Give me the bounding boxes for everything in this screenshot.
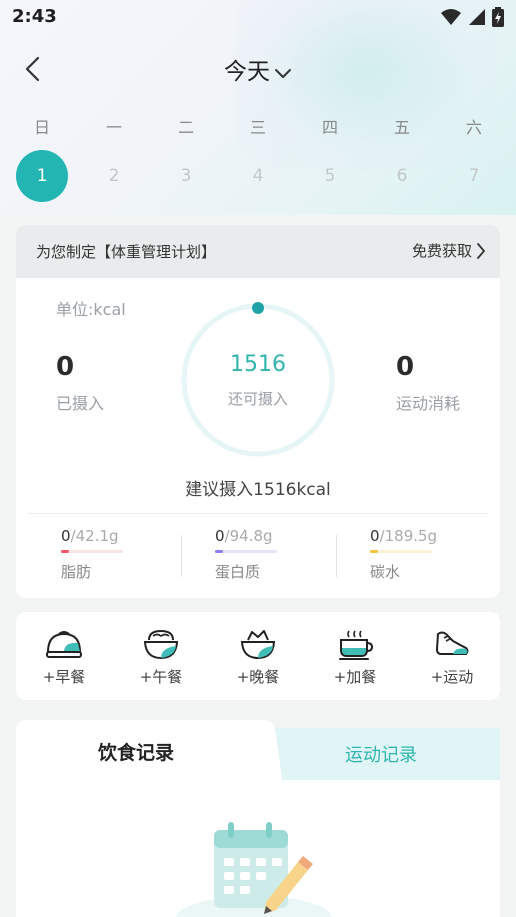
divider xyxy=(28,513,488,514)
add-snack-button[interactable]: +加餐 xyxy=(315,628,395,687)
macro-progress-bar xyxy=(215,550,277,553)
navigation-bar: 今天 xyxy=(0,44,516,94)
snack-cup-icon xyxy=(339,630,374,660)
meal-label: +午餐 xyxy=(139,668,183,686)
wifi-icon xyxy=(441,9,461,25)
day-item[interactable]: 4 xyxy=(232,150,284,202)
sneaker-icon xyxy=(436,631,469,655)
macro-progress-fill xyxy=(370,550,378,553)
remaining-label: 还可摄入 xyxy=(227,390,288,408)
day-item[interactable]: 5 xyxy=(304,150,356,202)
macro-target: /189.5g xyxy=(379,527,438,545)
day-item[interactable]: 3 xyxy=(160,150,212,202)
add-breakfast-button[interactable]: +早餐 xyxy=(24,628,104,687)
intake-value: 0 xyxy=(56,352,75,382)
empty-calendar-illustration xyxy=(176,822,332,917)
macro-value: 0/189.5g xyxy=(370,527,490,545)
macro-value: 0/42.1g xyxy=(61,527,181,545)
meal-label: +运动 xyxy=(430,668,474,686)
meal-label: +早餐 xyxy=(42,668,86,686)
macro-label: 碳水 xyxy=(370,563,401,581)
day-selector: 1 2 3 4 5 6 7 xyxy=(0,150,516,202)
tab-exercise-label[interactable]: 运动记录 xyxy=(276,741,486,767)
meal-shortcuts-card: +早餐 +午餐 +晚餐 +加餐 +运动 xyxy=(16,612,500,700)
macro-label: 蛋白质 xyxy=(215,563,261,581)
macro-progress-fill xyxy=(61,550,69,553)
add-lunch-button[interactable]: +午餐 xyxy=(121,628,201,687)
macro-current: 0 xyxy=(61,527,71,545)
macro-current: 0 xyxy=(215,527,225,545)
status-icons xyxy=(440,7,504,27)
macro-separator xyxy=(336,535,337,577)
plan-banner[interactable]: 为您制定【体重管理计划】 免费获取 xyxy=(16,225,500,278)
meal-label: +晚餐 xyxy=(236,668,280,686)
intake-stat: 0 已摄入 xyxy=(56,352,104,414)
plan-banner-text: 为您制定【体重管理计划】 xyxy=(36,243,217,261)
day-item[interactable]: 6 xyxy=(376,150,428,202)
day-item[interactable]: 2 xyxy=(88,150,140,202)
macro-progress-bar xyxy=(370,550,432,553)
burn-label: 运动消耗 xyxy=(396,394,461,413)
weekday-header: 日 一 二 三 四 五 六 xyxy=(0,114,516,137)
macro-target: /94.8g xyxy=(224,527,273,545)
burn-stat: 0 运动消耗 xyxy=(396,352,460,414)
day-item[interactable]: 7 xyxy=(448,150,500,202)
day-item-selected[interactable]: 1 xyxy=(16,150,68,202)
calorie-summary-card: 为您制定【体重管理计划】 免费获取 单位:kcal 0 已摄入 1516 还可摄… xyxy=(16,225,500,598)
calorie-ring xyxy=(181,302,335,457)
date-selector[interactable]: 今天 xyxy=(0,52,516,86)
dinner-bowl-icon xyxy=(240,630,276,660)
macro-separator xyxy=(181,535,182,577)
suggested-intake: 建议摄入1516kcal xyxy=(185,480,331,500)
chevron-down-icon xyxy=(275,68,291,78)
macro-progress-bar xyxy=(61,550,123,553)
weekday-label: 六 xyxy=(465,118,482,137)
weekday-label: 五 xyxy=(393,118,410,137)
macro-progress-fill xyxy=(215,550,223,553)
weekday-label: 日 xyxy=(33,118,50,137)
remaining-value: 1516 xyxy=(230,352,286,377)
get-plan-link[interactable]: 免费获取 xyxy=(412,240,486,261)
add-exercise-button[interactable]: +运动 xyxy=(412,628,492,687)
status-time: 2:43 xyxy=(12,6,57,27)
unit-label: 单位:kcal xyxy=(56,300,126,319)
macro-carbs: 0/189.5g 碳水 xyxy=(370,527,490,582)
macro-current: 0 xyxy=(370,527,380,545)
macro-fat: 0/42.1g 脂肪 xyxy=(61,527,181,582)
tab-diet-label: 饮食记录 xyxy=(97,742,174,764)
chevron-right-icon xyxy=(477,242,485,259)
macro-protein: 0/94.8g 蛋白质 xyxy=(215,527,335,582)
battery-icon xyxy=(492,7,504,27)
breakfast-bun-icon xyxy=(46,631,82,658)
weekday-label: 四 xyxy=(321,118,338,137)
weekday-label: 一 xyxy=(105,118,122,137)
macro-target: /42.1g xyxy=(70,527,119,545)
get-plan-label: 免费获取 xyxy=(411,242,472,260)
record-list-empty xyxy=(16,780,500,917)
intake-label: 已摄入 xyxy=(56,394,105,413)
records-section: 饮食记录 运动记录 xyxy=(16,720,500,917)
burn-value: 0 xyxy=(396,352,415,382)
status-bar: 2:43 xyxy=(0,0,516,34)
meal-label: +加餐 xyxy=(333,668,377,686)
macro-label: 脂肪 xyxy=(61,563,92,581)
weekday-label: 三 xyxy=(249,118,266,137)
signal-icon xyxy=(469,9,485,25)
lunch-bowl-icon xyxy=(143,629,179,660)
add-dinner-button[interactable]: +晚餐 xyxy=(218,628,298,687)
macro-value: 0/94.8g xyxy=(215,527,335,545)
page-title: 今天 xyxy=(224,59,270,85)
weekday-label: 二 xyxy=(177,118,194,137)
